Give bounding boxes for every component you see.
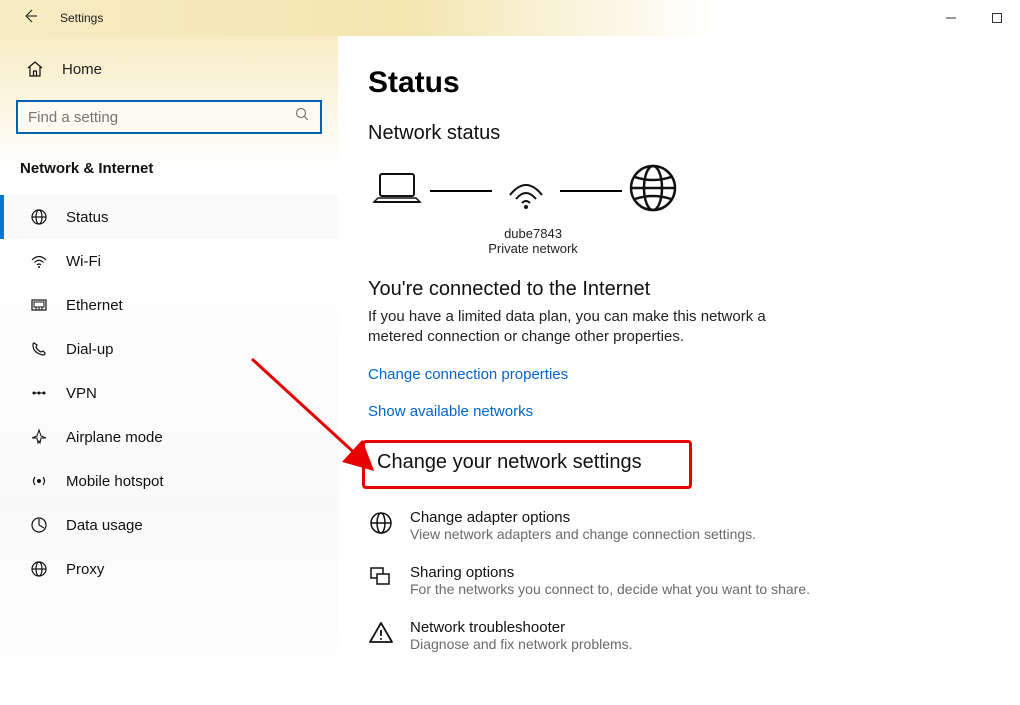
main-content: Status Network status dube7843 Private n…: [338, 36, 1020, 705]
warning-icon: [368, 619, 394, 645]
connected-heading: You're connected to the Internet: [368, 278, 1020, 301]
sidebar-item-ethernet[interactable]: Ethernet: [0, 283, 338, 327]
sidebar-item-vpn[interactable]: VPN: [0, 371, 338, 415]
globe-icon: [30, 208, 48, 226]
option-title: Network troubleshooter: [410, 619, 633, 636]
sidebar-item-label: VPN: [66, 385, 97, 402]
sidebar-item-label: Status: [66, 209, 109, 226]
diagram-line: [430, 190, 492, 192]
sidebar-item-airplane[interactable]: Airplane mode: [0, 415, 338, 459]
sidebar-item-wifi[interactable]: Wi-Fi: [0, 239, 338, 283]
network-name: dube7843: [468, 226, 598, 241]
adapter-icon: [368, 509, 394, 535]
network-diagram: [368, 163, 1020, 218]
maximize-button[interactable]: [990, 11, 1004, 25]
sidebar-item-label: Wi-Fi: [66, 253, 101, 270]
data-icon: [30, 516, 48, 534]
category-heading: Network & Internet: [16, 134, 322, 195]
network-status-heading: Network status: [368, 122, 1020, 145]
option-adapter[interactable]: Change adapter options View network adap…: [368, 509, 1020, 542]
change-settings-heading: Change your network settings: [377, 451, 677, 474]
search-icon: [295, 107, 310, 127]
page-title: Status: [368, 66, 1020, 100]
hotspot-icon: [30, 472, 48, 490]
titlebar: Settings: [0, 0, 1020, 36]
minimize-button[interactable]: [944, 11, 958, 25]
option-desc: For the networks you connect to, decide …: [410, 581, 810, 597]
search-input[interactable]: [28, 109, 295, 126]
sharing-icon: [368, 564, 394, 590]
sidebar-item-status[interactable]: Status: [0, 195, 338, 239]
wifi-icon: [30, 252, 48, 270]
sidebar-item-dialup[interactable]: Dial-up: [0, 327, 338, 371]
option-title: Sharing options: [410, 564, 810, 581]
vpn-icon: [30, 384, 48, 402]
sidebar-item-label: Airplane mode: [66, 429, 163, 446]
sidebar-item-datausage[interactable]: Data usage: [0, 503, 338, 547]
phone-icon: [30, 340, 48, 358]
option-desc: View network adapters and change connect…: [410, 526, 756, 542]
sidebar-item-label: Proxy: [66, 561, 104, 578]
sidebar-item-label: Dial-up: [66, 341, 114, 358]
show-networks-link[interactable]: Show available networks: [368, 403, 1020, 420]
sidebar-item-label: Ethernet: [66, 297, 123, 314]
laptop-icon: [370, 168, 424, 213]
option-desc: Diagnose and fix network problems.: [410, 636, 633, 652]
back-button[interactable]: [22, 8, 38, 29]
option-troubleshooter[interactable]: Network troubleshooter Diagnose and fix …: [368, 619, 1020, 652]
globe-large-icon: [628, 163, 678, 218]
option-title: Change adapter options: [410, 509, 756, 526]
sidebar-item-hotspot[interactable]: Mobile hotspot: [0, 459, 338, 503]
ethernet-icon: [30, 296, 48, 314]
sidebar: Home Network & Internet Status Wi-Fi Eth…: [0, 36, 338, 705]
diagram-line: [560, 190, 622, 192]
sidebar-item-label: Mobile hotspot: [66, 473, 164, 490]
home-icon: [26, 60, 44, 78]
window-title: Settings: [60, 11, 103, 25]
sidebar-item-label: Data usage: [66, 517, 143, 534]
option-sharing[interactable]: Sharing options For the networks you con…: [368, 564, 1020, 597]
proxy-icon: [30, 560, 48, 578]
highlight-box: Change your network settings: [362, 440, 692, 489]
home-label: Home: [62, 61, 102, 78]
network-type: Private network: [468, 241, 598, 256]
search-box[interactable]: [16, 100, 322, 134]
change-props-link[interactable]: Change connection properties: [368, 366, 1020, 383]
connected-body: If you have a limited data plan, you can…: [368, 307, 808, 348]
home-button[interactable]: Home: [16, 36, 322, 100]
wifi-large-icon: [498, 165, 554, 216]
airplane-icon: [30, 428, 48, 446]
sidebar-item-proxy[interactable]: Proxy: [0, 547, 338, 591]
